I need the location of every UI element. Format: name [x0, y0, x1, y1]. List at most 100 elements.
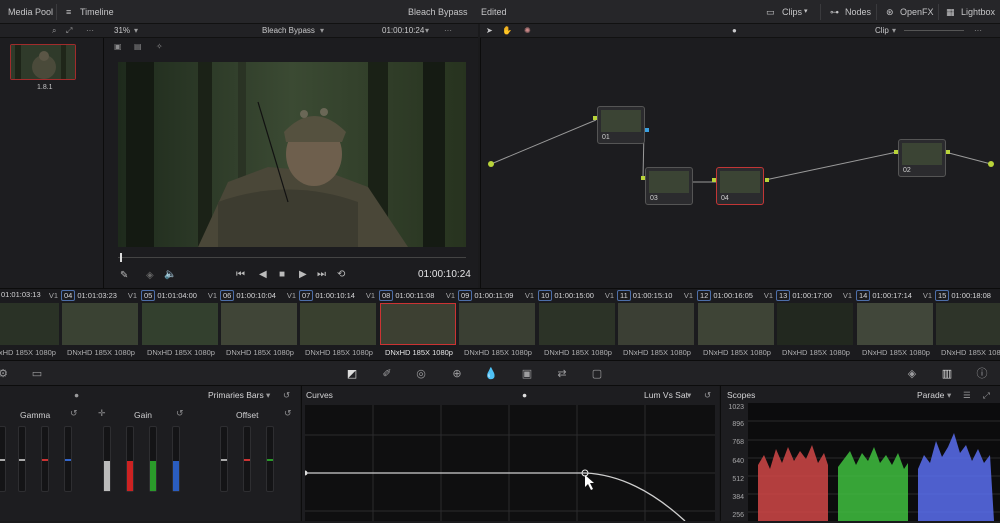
settings-icon[interactable]: ⚙	[0, 367, 10, 381]
output-pin[interactable]	[765, 178, 769, 182]
node-mode[interactable]: Clip	[875, 26, 889, 35]
reset-icon[interactable]: ↺	[704, 390, 711, 401]
curves-mode[interactable]: Lum Vs Sat	[644, 390, 688, 400]
input-pin[interactable]	[641, 176, 645, 180]
chevron-down-icon[interactable]: ▾	[892, 26, 896, 35]
reverse-play-icon[interactable]: ◀	[259, 269, 267, 280]
chevron-down-icon[interactable]: ▾	[687, 390, 691, 401]
more-icon[interactable]: ···	[86, 26, 94, 35]
clip-thumbnail[interactable]: 11 01:00:15:10 V1 DNxHD 185X 1080p	[617, 289, 697, 361]
more-icon[interactable]: ···	[444, 26, 452, 35]
node-01[interactable]: 01	[597, 106, 645, 144]
chevron-down-icon[interactable]: ▾	[134, 26, 138, 35]
reset-icon[interactable]: ↺	[283, 390, 290, 401]
gamma-blue-slider[interactable]	[64, 426, 72, 492]
reset-icon[interactable]: ↺	[284, 408, 292, 419]
clip-thumbnail[interactable]: 13 01:00:17:00 V1 DNxHD 185X 1080p	[776, 289, 856, 361]
info-icon[interactable]: ⓘ	[975, 367, 989, 381]
node-04[interactable]: 04	[716, 167, 764, 205]
clip-thumbnail[interactable]: 04 01:01:03:23 V1 DNxHD 185X 1080p	[61, 289, 141, 361]
mode-icon[interactable]: ◈	[905, 367, 919, 381]
3d-icon[interactable]: ▢	[590, 367, 604, 381]
curve-graph[interactable]	[302, 405, 715, 522]
skip-end-icon[interactable]: ⏭	[317, 269, 326, 280]
zoom-dot-icon[interactable]: ●	[732, 26, 737, 35]
gamma-red-slider[interactable]	[41, 426, 49, 492]
openfx-button[interactable]: OpenFX	[900, 7, 934, 17]
nodes-button[interactable]: Nodes	[845, 7, 871, 17]
output-pin[interactable]	[946, 150, 950, 154]
node-02[interactable]: 02	[898, 139, 946, 177]
camera-raw-icon[interactable]: ▭	[30, 367, 44, 381]
expand-icon[interactable]: ⤢	[66, 26, 72, 36]
offset-red-slider[interactable]	[243, 426, 251, 492]
scope-mode[interactable]: Parade	[917, 390, 944, 400]
layers-icon[interactable]: ◈	[146, 270, 154, 281]
timeline-tab[interactable]: Timeline	[80, 7, 114, 17]
picker-icon[interactable]: ✎	[120, 270, 128, 281]
clips-button[interactable]: Clips	[782, 7, 802, 17]
chevron-down-icon[interactable]: ▾	[266, 390, 270, 401]
playhead[interactable]	[120, 253, 122, 262]
clip-thumbnail[interactable]: 09 01:00:11:09 V1 DNxHD 185X 1080p	[458, 289, 538, 361]
input-pin[interactable]	[712, 178, 716, 182]
primaries-mode[interactable]: Primaries Bars	[208, 390, 264, 400]
node-03[interactable]: 03	[645, 167, 693, 205]
gamma-y-slider[interactable]	[18, 426, 26, 492]
input-pin[interactable]	[593, 116, 597, 120]
qualifier-icon[interactable]: ✐	[380, 367, 394, 381]
tracker-icon[interactable]: ⊕	[450, 367, 464, 381]
chevron-down-icon[interactable]: ▾	[804, 7, 808, 15]
gamma-master-slider[interactable]	[0, 426, 6, 492]
clip-thumbnail[interactable]: 10 01:00:15:00 V1 DNxHD 185X 1080p	[538, 289, 618, 361]
reset-icon[interactable]: ↺	[70, 408, 78, 419]
media-pool-tab[interactable]: Media Pool	[8, 7, 53, 17]
blur-icon[interactable]: 💧	[484, 367, 498, 381]
speaker-icon[interactable]: 🔈	[164, 269, 176, 280]
scopes-tool-icon[interactable]: ▥	[940, 367, 954, 381]
chevron-down-icon[interactable]: ▾	[320, 26, 324, 35]
window-icon[interactable]: ◎	[414, 367, 428, 381]
offset-y-slider[interactable]	[220, 426, 228, 492]
reset-icon[interactable]: ↺	[176, 408, 184, 419]
gain-blue-slider[interactable]	[172, 426, 180, 492]
magic-wand-icon[interactable]: ✧	[156, 42, 163, 51]
node-editor[interactable]: 01 03 04 02	[480, 38, 1000, 288]
video-frame[interactable]	[118, 62, 466, 247]
gain-green-slider[interactable]	[149, 426, 157, 492]
pick-icon[interactable]: ✛	[98, 408, 106, 419]
output-pin[interactable]	[645, 128, 649, 132]
gain-red-slider[interactable]	[126, 426, 134, 492]
clip-thumbnail[interactable]: 06 01:00:10:04 V1 DNxHD 185X 1080p	[220, 289, 300, 361]
clip-thumbnail[interactable]: 12 01:00:16:05 V1 DNxHD 185X 1080p	[697, 289, 777, 361]
clip-thumbnail[interactable]: 07 01:00:10:14 V1 DNxHD 185X 1080p	[299, 289, 379, 361]
skip-start-icon[interactable]: ⏮	[236, 269, 245, 280]
loop-icon[interactable]: ⟲	[337, 269, 345, 280]
expand-icon[interactable]: ⤢	[983, 390, 990, 401]
color-wheel-icon[interactable]: ✺	[524, 26, 531, 35]
zoom-slider[interactable]	[904, 30, 964, 31]
stop-icon[interactable]: ■	[279, 269, 285, 280]
input-pin[interactable]	[894, 150, 898, 154]
search-icon[interactable]: ⌕	[52, 26, 56, 36]
clip-thumbnail[interactable]: 01:01:03:13V1 DNxHD 185X 1080p	[0, 289, 62, 361]
sizing-icon[interactable]: ⇄	[555, 367, 569, 381]
clip-thumbnail-selected[interactable]: 08 01:00:11:08 V1 DNxHD 185X 1080p	[379, 289, 459, 361]
settings-icon[interactable]: ☰	[963, 390, 971, 401]
still-thumbnail[interactable]	[10, 44, 76, 80]
split-view-icon[interactable]: ▤	[134, 42, 142, 51]
chevron-down-icon[interactable]: ▾	[947, 390, 951, 401]
key-icon[interactable]: ▣	[520, 367, 534, 381]
offset-green-slider[interactable]	[266, 426, 274, 492]
lightbox-button[interactable]: Lightbox	[961, 7, 995, 17]
clip-thumbnail[interactable]: 14 01:00:17:14 V1 DNxHD 185X 1080p	[856, 289, 936, 361]
curves-tool-icon[interactable]: ◩	[345, 367, 359, 381]
play-icon[interactable]: ▶	[299, 269, 307, 280]
chevron-down-icon[interactable]: ▾	[425, 26, 429, 35]
clip-thumbnail[interactable]: 1501:00:18:08V1 DNxHD 185X 1080p	[935, 289, 1000, 361]
hand-icon[interactable]: ✋	[502, 26, 512, 35]
clip-thumbnail[interactable]: 05 01:01:04:00 V1 DNxHD 185X 1080p	[141, 289, 221, 361]
viewer-mode-icon[interactable]: ▣	[114, 42, 122, 51]
more-icon[interactable]: ···	[974, 26, 982, 35]
gain-y-slider[interactable]	[103, 426, 111, 492]
